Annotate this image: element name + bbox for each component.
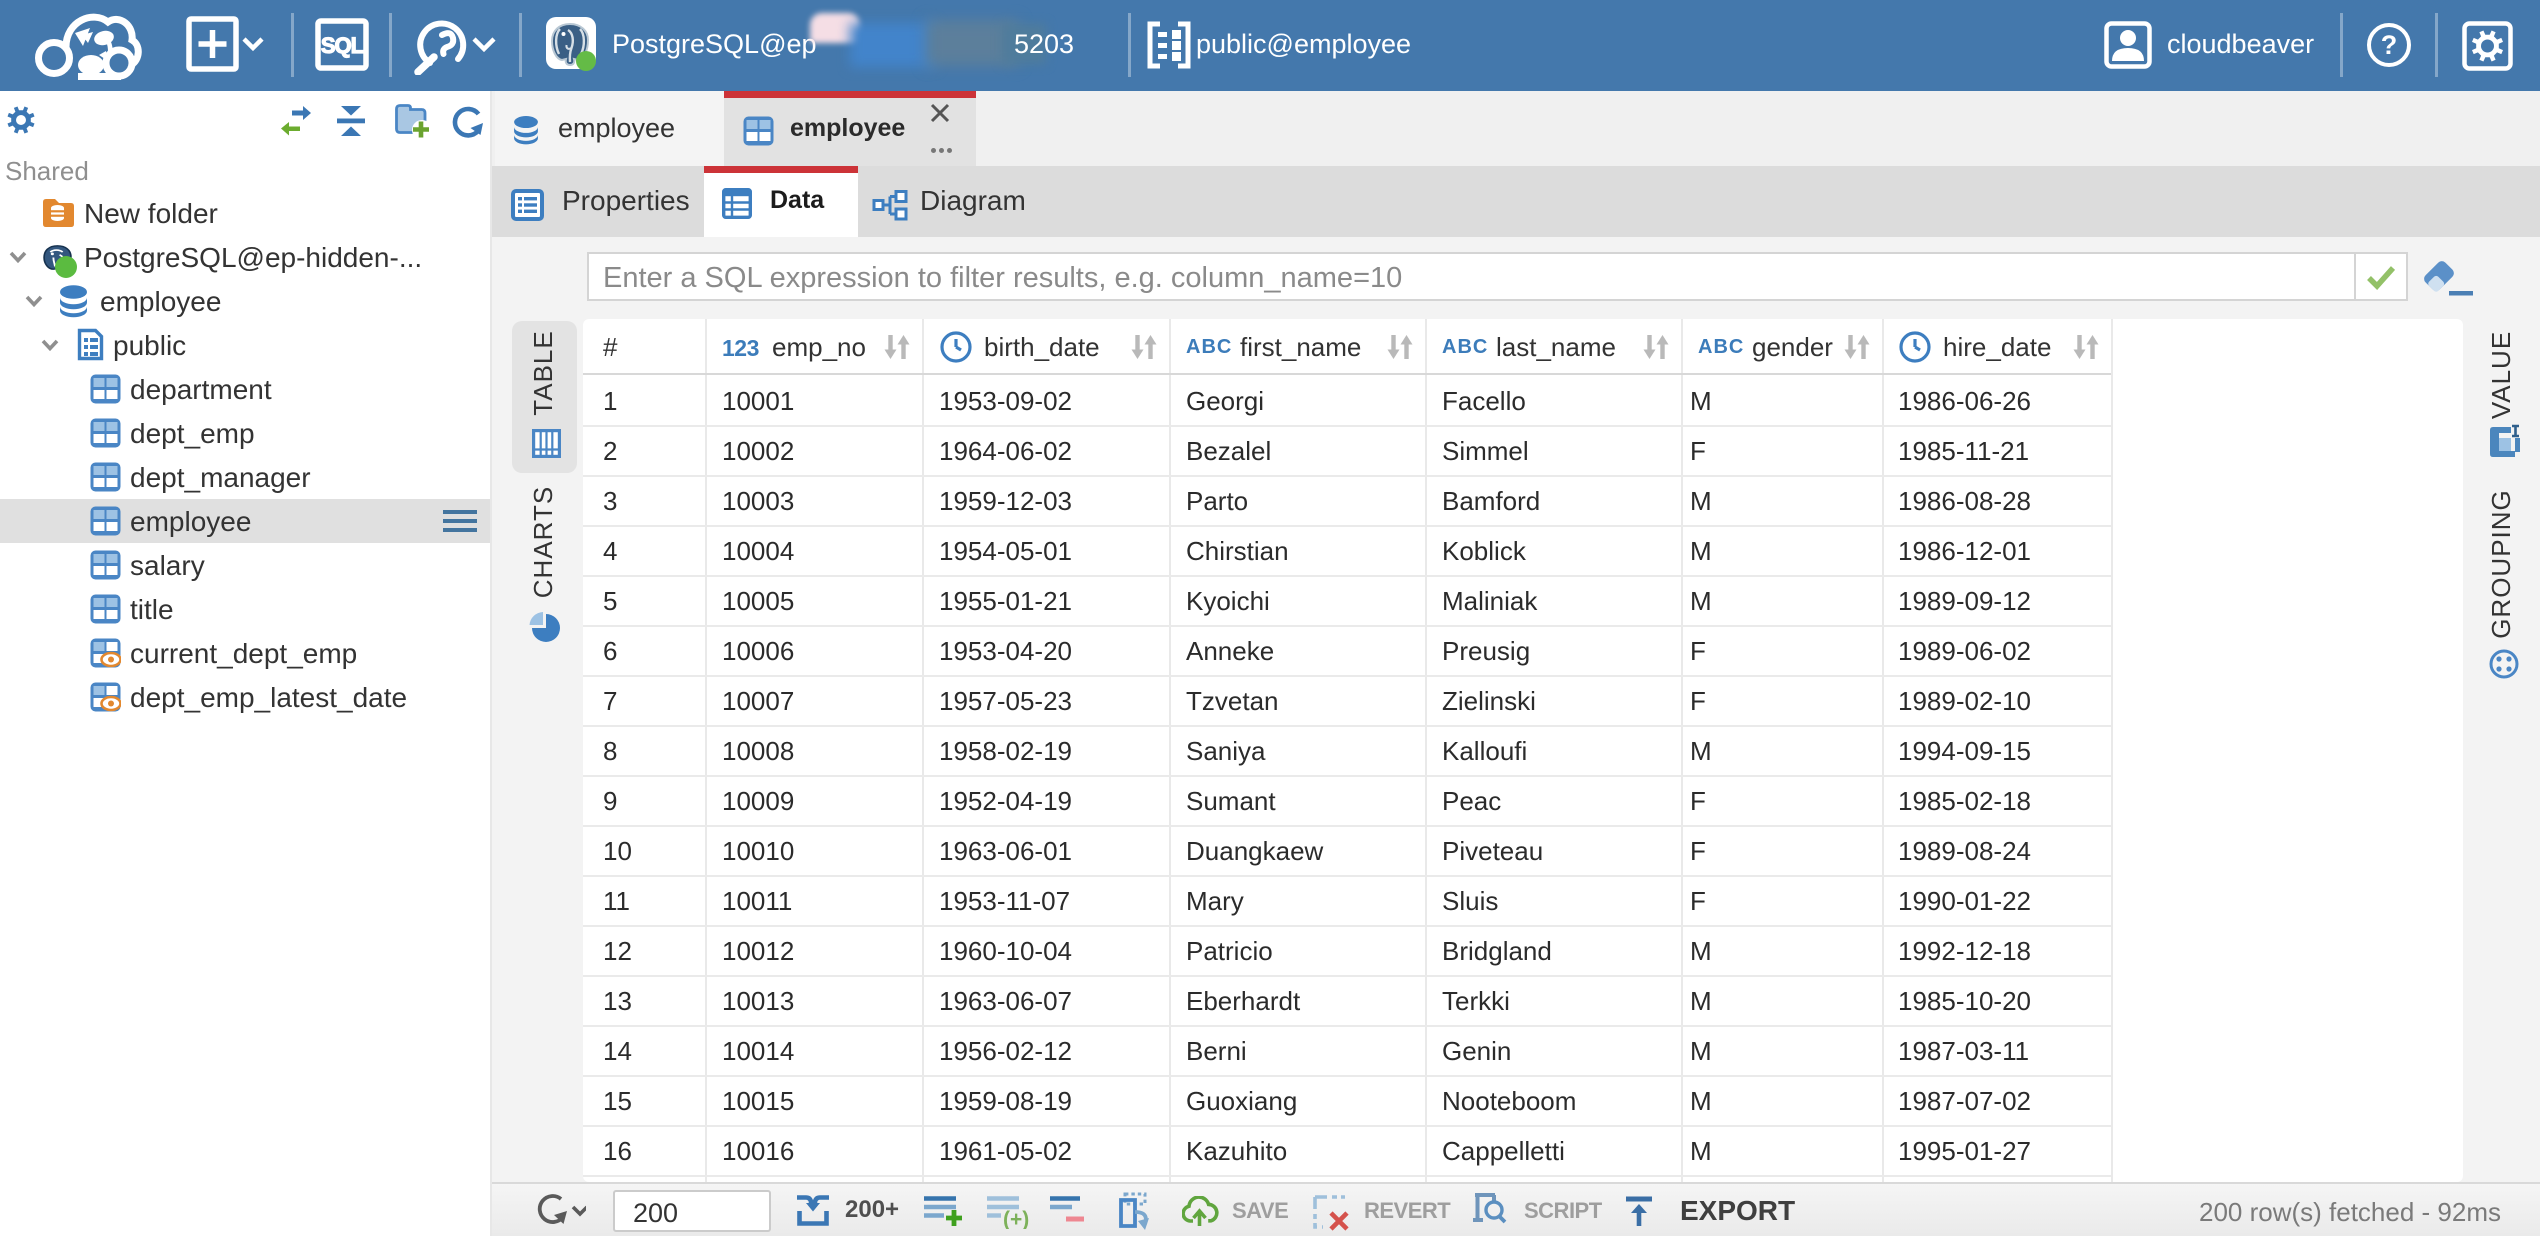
svg-text:SQL: SQL bbox=[321, 33, 364, 58]
svg-text:?: ? bbox=[2381, 30, 2398, 60]
svg-text:(+): (+) bbox=[1003, 1208, 1029, 1229]
